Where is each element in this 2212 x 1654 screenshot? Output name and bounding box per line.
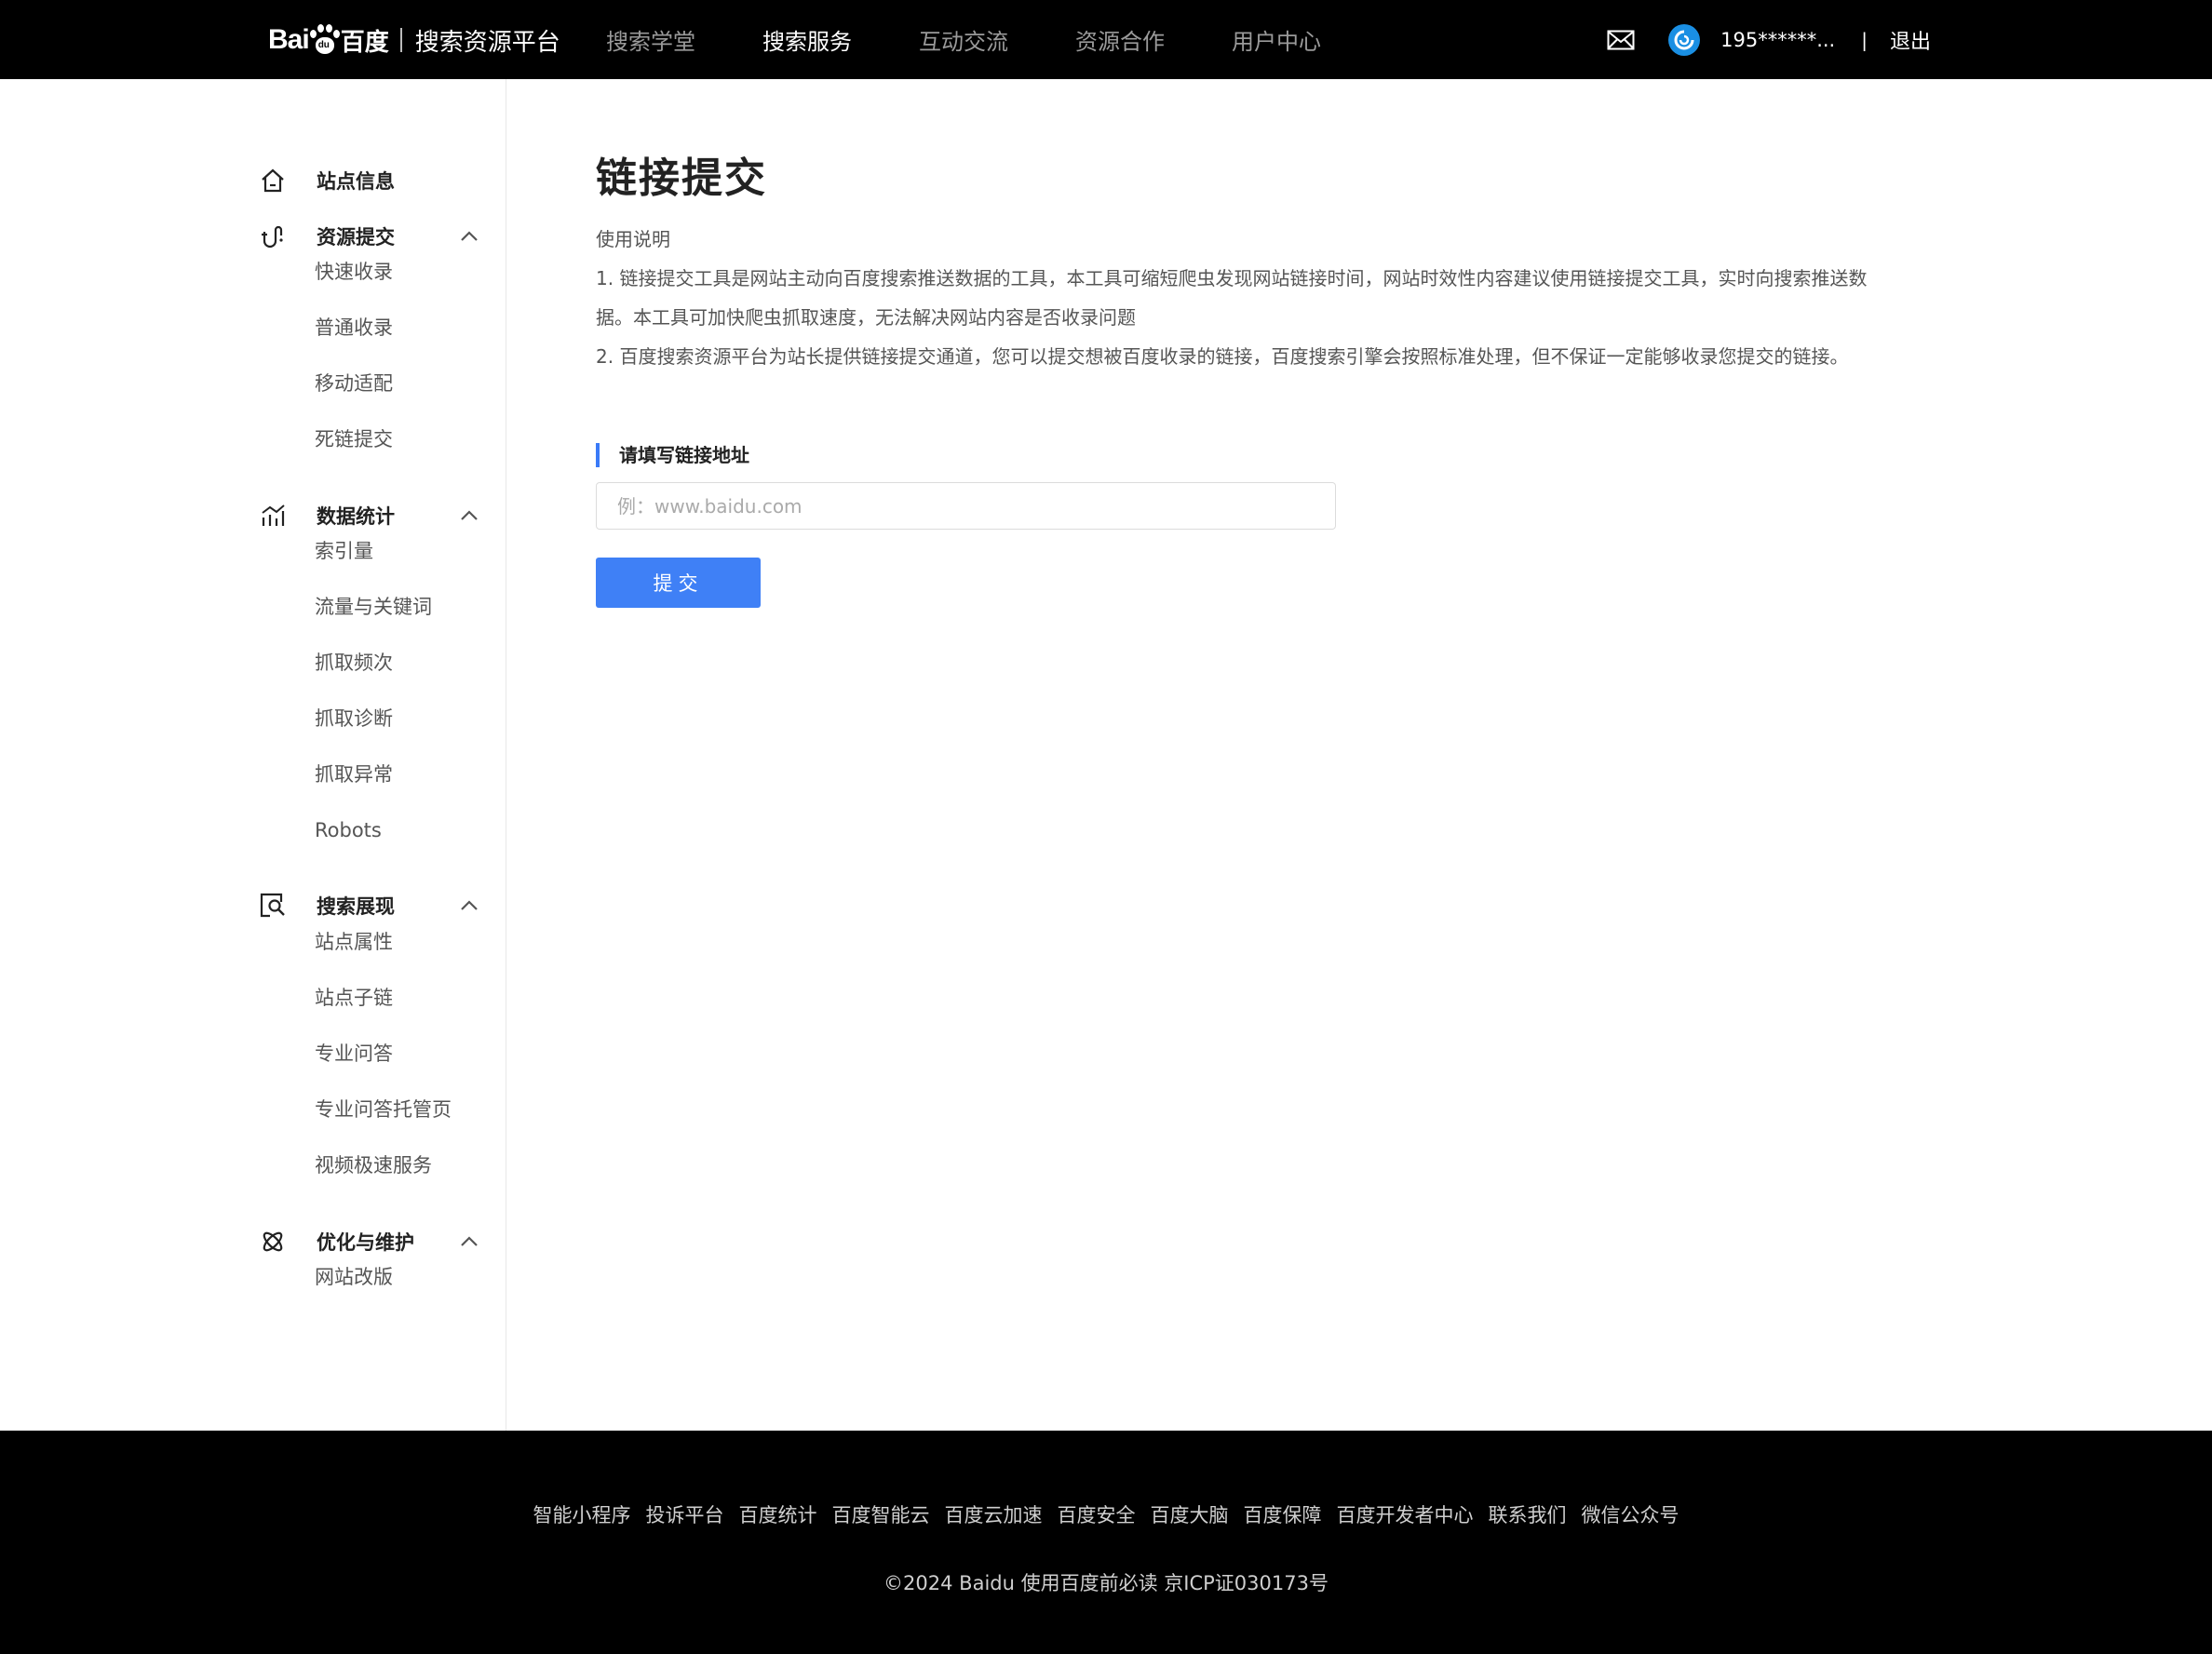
footer-link-contact[interactable]: 联系我们 bbox=[1489, 1500, 1567, 1528]
chevron-up-icon[interactable] bbox=[458, 1230, 480, 1253]
sidebar-item-normal-index[interactable]: 普通收录 bbox=[315, 311, 393, 344]
sidebar-group-label: 资源提交 bbox=[317, 226, 395, 249]
sidebar-group-label: 搜索展现 bbox=[317, 895, 395, 918]
sidebar-item-expert-qa-hosted[interactable]: 专业问答托管页 bbox=[315, 1093, 452, 1126]
header-user-area: 195******... | 退出 bbox=[1607, 0, 1931, 79]
top-header: Bai du 百度 搜索资源平台 搜索学堂 搜索服务 互动交流 资源合作 用户中… bbox=[0, 0, 2212, 79]
sidebar-group-resource-submit[interactable]: 资源提交 bbox=[257, 218, 480, 255]
mail-icon[interactable] bbox=[1607, 30, 1635, 50]
baidu-logo[interactable]: Bai du 百度 搜索资源平台 bbox=[268, 13, 560, 67]
logo-bai-text: Bai bbox=[268, 24, 310, 55]
sidebar-group-data-stats[interactable]: 数据统计 bbox=[257, 497, 480, 534]
nav-item-interaction[interactable]: 互动交流 bbox=[919, 23, 1008, 56]
usage-line-3: 2. 百度搜索资源平台为站长提供链接提交通道，您可以提交想被百度收录的链接，百度… bbox=[596, 345, 1849, 368]
nav-item-search-service[interactable]: 搜索服务 bbox=[762, 23, 852, 56]
sidebar-item-dead-link[interactable]: 死链提交 bbox=[315, 423, 393, 456]
sidebar-item-site-revision[interactable]: 网站改版 bbox=[315, 1260, 393, 1294]
sidebar-group-label: 数据统计 bbox=[317, 505, 395, 528]
sidebar-item-site-sublinks[interactable]: 站点子链 bbox=[315, 981, 393, 1015]
logo-cn-text: 百度 bbox=[340, 28, 389, 57]
footer-link-baidu-cloud[interactable]: 百度智能云 bbox=[832, 1500, 930, 1528]
sidebar-item-crawl-errors[interactable]: 抓取异常 bbox=[315, 758, 393, 791]
copyright: ©2024 Baidu 使用百度前必读 京ICP证030173号 bbox=[883, 1572, 1329, 1594]
usage-line-2: 据。本工具可加快爬虫抓取速度，无法解决网站内容是否收录问题 bbox=[596, 306, 1136, 329]
logo-du-text: du bbox=[317, 40, 330, 50]
footer-link-baidu-guarantee[interactable]: 百度保障 bbox=[1244, 1500, 1322, 1528]
sidebar-group-label: 站点信息 bbox=[317, 170, 395, 193]
sidebar-group-label: 优化与维护 bbox=[317, 1231, 414, 1254]
sidebar-item-expert-qa[interactable]: 专业问答 bbox=[315, 1037, 393, 1070]
footer: 智能小程序 投诉平台 百度统计 百度智能云 百度云加速 百度安全 百度大脑 百度… bbox=[0, 1431, 2212, 1654]
sidebar-item-mobile-adapt[interactable]: 移动适配 bbox=[315, 367, 393, 400]
footer-links: 智能小程序 投诉平台 百度统计 百度智能云 百度云加速 百度安全 百度大脑 百度… bbox=[0, 1500, 2212, 1528]
search-display-icon bbox=[257, 890, 289, 921]
nav-item-user-center[interactable]: 用户中心 bbox=[1232, 23, 1321, 56]
sidebar-group-search-display[interactable]: 搜索展现 bbox=[257, 887, 480, 924]
avatar-swirl-icon bbox=[1674, 30, 1694, 49]
platform-name: 搜索资源平台 bbox=[414, 28, 560, 57]
avatar[interactable] bbox=[1668, 23, 1701, 56]
logo-separator bbox=[399, 28, 402, 52]
home-icon bbox=[257, 165, 289, 196]
url-section-label: 请填写链接地址 bbox=[596, 443, 749, 467]
footer-link-cloud-accel[interactable]: 百度云加速 bbox=[945, 1500, 1043, 1528]
data-stats-icon bbox=[257, 500, 289, 531]
sidebar-item-fast-index[interactable]: 快速收录 bbox=[315, 255, 393, 289]
sidebar-item-traffic-keywords[interactable]: 流量与关键词 bbox=[315, 590, 432, 624]
footer-link-baidu-stats[interactable]: 百度统计 bbox=[739, 1500, 817, 1528]
sidebar-item-robots[interactable]: Robots bbox=[315, 814, 382, 847]
sidebar-group-optimize[interactable]: 优化与维护 bbox=[257, 1223, 480, 1260]
url-input[interactable] bbox=[596, 482, 1336, 530]
top-nav: 搜索学堂 搜索服务 互动交流 资源合作 用户中心 bbox=[606, 0, 1388, 79]
nav-item-search-academy[interactable]: 搜索学堂 bbox=[606, 23, 695, 56]
footer-link-complaint[interactable]: 投诉平台 bbox=[646, 1500, 724, 1528]
sidebar-item-crawl-diagnosis[interactable]: 抓取诊断 bbox=[315, 702, 393, 735]
resource-submit-icon bbox=[257, 221, 289, 252]
user-name[interactable]: 195******... bbox=[1720, 29, 1835, 51]
chevron-up-icon[interactable] bbox=[458, 225, 480, 248]
footer-link-baidu-security[interactable]: 百度安全 bbox=[1058, 1500, 1136, 1528]
nav-item-resource-coop[interactable]: 资源合作 bbox=[1075, 23, 1165, 56]
usage-title: 使用说明 bbox=[596, 228, 670, 250]
sidebar-item-crawl-frequency[interactable]: 抓取频次 bbox=[315, 646, 393, 679]
sidebar-item-site-attributes[interactable]: 站点属性 bbox=[315, 925, 393, 959]
sidebar-item-video-fast[interactable]: 视频极速服务 bbox=[315, 1149, 432, 1182]
chevron-up-icon[interactable] bbox=[458, 504, 480, 527]
footer-link-developer-center[interactable]: 百度开发者中心 bbox=[1337, 1500, 1474, 1528]
footer-link-baidu-brain[interactable]: 百度大脑 bbox=[1151, 1500, 1229, 1528]
submit-button[interactable]: 提交 bbox=[596, 558, 761, 608]
optimize-icon bbox=[257, 1226, 289, 1257]
footer-link-wechat[interactable]: 微信公众号 bbox=[1582, 1500, 1679, 1528]
paw-icon: du bbox=[309, 24, 340, 56]
usage-line-1: 1. 链接提交工具是网站主动向百度搜索推送数据的工具，本工具可缩短爬虫发现网站链… bbox=[596, 267, 1868, 289]
sidebar-item-index-volume[interactable]: 索引量 bbox=[315, 534, 373, 568]
logout-link[interactable]: 退出 bbox=[1890, 25, 1931, 55]
footer-link-mini-program[interactable]: 智能小程序 bbox=[533, 1500, 631, 1528]
sidebar: 站点信息 资源提交 快速收录 普通收录 移动适配 死链提交 数据统计 索引量 流… bbox=[0, 79, 506, 1431]
chevron-up-icon[interactable] bbox=[458, 894, 480, 917]
header-divider: | bbox=[1861, 28, 1868, 51]
page-title: 链接提交 bbox=[596, 155, 767, 202]
sidebar-group-site-info[interactable]: 站点信息 bbox=[257, 162, 480, 199]
